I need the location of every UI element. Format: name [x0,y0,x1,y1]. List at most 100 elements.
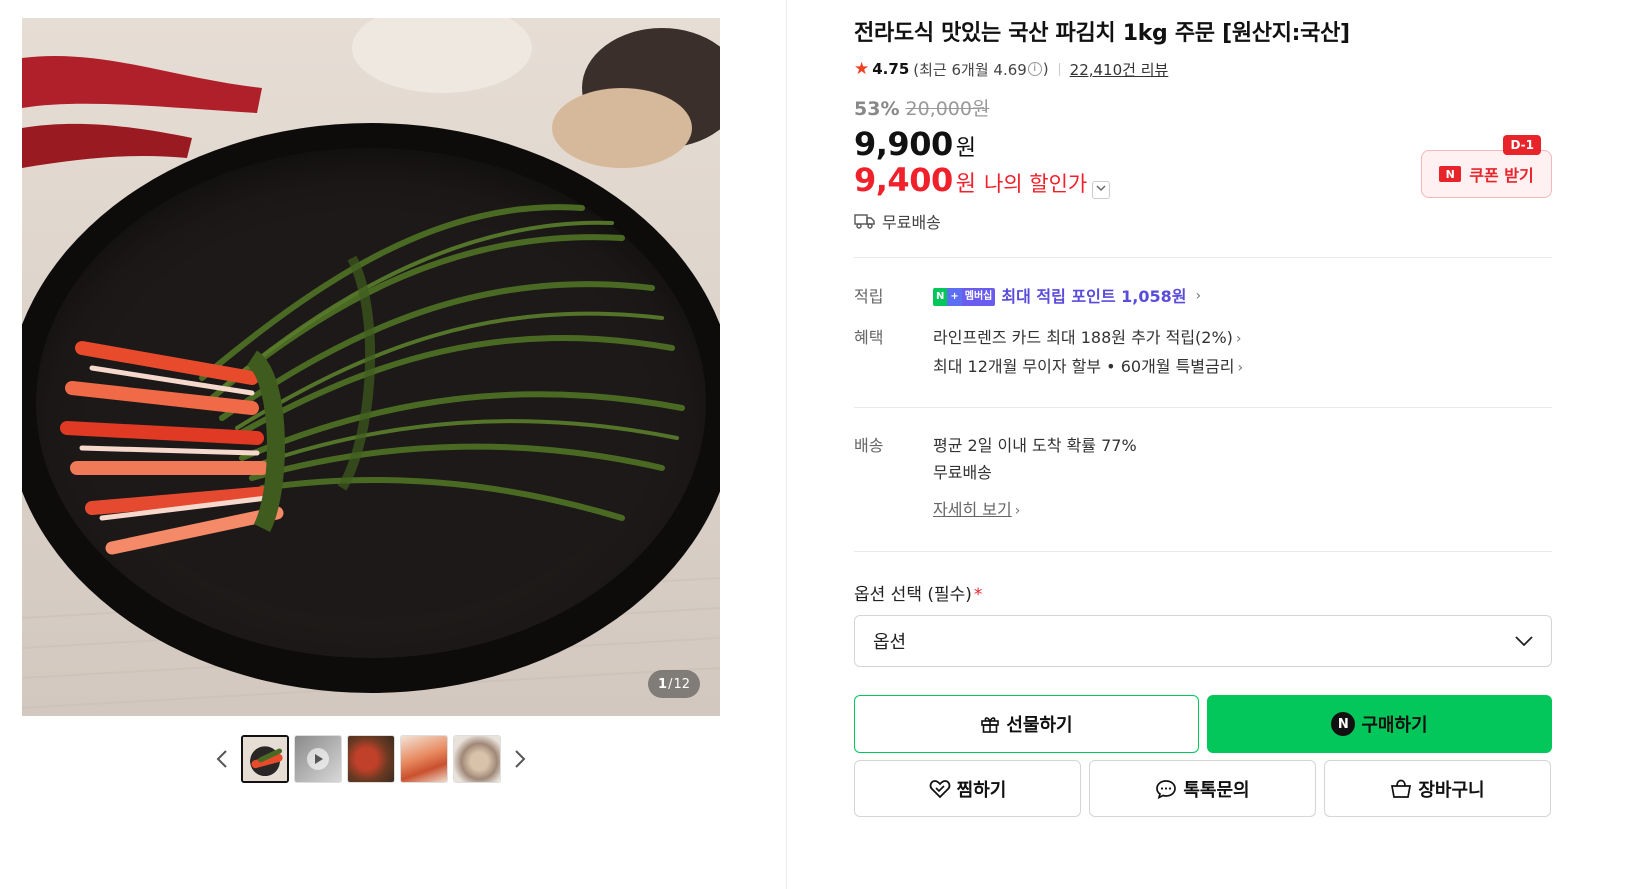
option-label: 옵션 선택 (필수) * [854,580,1552,605]
perk-text: 최대 12개월 무이자 할부 • 60개월 특별금리 [933,357,1235,376]
thumbnail-5[interactable] [453,735,501,783]
delivery-details-link[interactable]: 자세히 보기 › [933,496,1137,525]
column-divider [786,0,787,889]
wishlist-button-label: 찜하기 [956,779,1007,801]
product-info-panel: 전라도식 맛있는 국산 파김치 1kg 주문 [원산지:국산] ★ 4.75 (… [854,18,1552,817]
required-mark: * [973,585,983,605]
discount-rate: 53% [854,98,900,120]
wishlist-button[interactable]: 찜하기 [854,760,1081,817]
coupon-label: 쿠폰 받기 [1469,166,1534,185]
thumbnail-3[interactable] [347,735,395,783]
option-label-text: 옵션 선택 (필수) [854,585,972,605]
thumbnail-strip [22,735,720,783]
divider [854,407,1552,408]
recent-rating-close: ) [1042,60,1049,78]
points-row: 적립 N + 멤버십 최대 적립 포인트 1,058원 › [854,283,1552,310]
delivery-fee: 무료배송 [933,463,992,482]
max-points-text: 최대 적립 포인트 1,058원 [1001,287,1187,306]
perks-row: 혜택 라인프렌즈 카드 최대 188원 추가 적립(2%) › 최대 12개월 무… [854,324,1552,382]
heart-icon [929,779,950,798]
delivery-section: 배송 평균 2일 이내 도착 확률 77% 무료배송 자세히 보기 › [854,432,1552,525]
chevron-down-icon [1092,181,1111,199]
chevron-right-icon: › [1235,331,1242,347]
membership-plus: + [947,287,962,306]
shipping-summary-text: 무료배송 [882,213,941,232]
coupon-deadline-badge: D-1 [1503,135,1541,155]
naver-coupon-icon: N [1439,166,1462,182]
secondary-actions: 찜하기 톡톡문의 장바구니 [854,760,1552,817]
membership-text: 멤버십 [961,287,996,306]
perk-text: 라인프렌즈 카드 최대 188원 추가 적립(2%) [933,328,1233,347]
delivery-info: 평균 2일 이내 도착 확률 77% 무료배송 자세히 보기 › [933,432,1137,525]
current-image-index: 1 [658,676,668,692]
truck-icon [854,214,875,229]
star-icon: ★ [854,59,870,79]
my-discount-price-unit: 원 [955,172,976,197]
separator [1058,62,1060,76]
perks-label: 혜택 [854,328,884,347]
video-play-icon [307,748,329,770]
delivery-row: 배송 평균 2일 이내 도착 확률 77% 무료배송 자세히 보기 › [854,432,1552,525]
recent-rating: (최근 6개월 4.69 [913,60,1027,79]
shipping-summary: 무료배송 [854,209,1552,233]
details-link-text: 자세히 보기 [933,500,1012,519]
divider [854,551,1552,552]
chevron-down-icon [1515,636,1533,646]
option-section: 옵션 선택 (필수) * 옵션 [854,580,1552,667]
points-link[interactable]: N + 멤버십 최대 적립 포인트 1,058원 › [933,283,1201,310]
perks-list: 라인프렌즈 카드 최대 188원 추가 적립(2%) › 최대 12개월 무이자 … [933,324,1243,382]
perk-card-points[interactable]: 라인프렌즈 카드 최대 188원 추가 적립(2%) › [933,324,1243,353]
thumbnail-1[interactable] [241,735,289,783]
arrival-probability: 평균 2일 이내 도착 확률 77% [933,436,1137,455]
cart-button[interactable]: 장바구니 [1324,760,1551,817]
cart-button-label: 장바구니 [1418,779,1485,801]
thumbnail-prev-button[interactable] [208,735,236,783]
gift-button[interactable]: 선물하기 [854,695,1199,753]
primary-actions: 선물하기 N 구매하기 [854,695,1552,753]
product-title: 전라도식 맛있는 국산 파김치 1kg 주문 [원산지:국산] [854,21,1350,46]
chat-icon [1156,779,1177,799]
info-icon[interactable]: i [1027,62,1042,76]
membership-n: N [933,287,948,306]
naver-membership-badge: N + 멤버십 [933,287,996,306]
main-product-image[interactable]: 1 / 12 [22,18,720,716]
talk-inquiry-label: 톡톡문의 [1183,779,1250,801]
discount-row: 53% 20,000원 [854,94,1552,121]
shopping-bag-icon [1391,779,1412,798]
sale-price-unit: 원 [955,136,976,161]
coupon-download-button[interactable]: D-1 N 쿠폰 받기 [1421,135,1552,198]
divider [854,257,1552,258]
naver-pay-icon: N [1331,712,1356,736]
buy-button[interactable]: N 구매하기 [1207,695,1552,753]
my-discount-price-label: 나의 할인가 [983,172,1088,196]
perk-installment[interactable]: 최대 12개월 무이자 할부 • 60개월 특별금리 › [933,353,1243,382]
page-separator: / [668,676,673,692]
gift-button-label: 선물하기 [1006,715,1073,736]
thumbnail-4[interactable] [400,735,448,783]
chevron-right-icon [515,750,526,768]
chevron-right-icon: › [1014,503,1021,519]
delivery-label: 배송 [854,436,884,455]
image-page-indicator: 1 / 12 [648,670,700,698]
original-price: 20,000원 [905,98,990,120]
buy-button-label: 구매하기 [1361,715,1428,736]
points-label: 적립 [854,287,884,306]
thumbnail-next-button[interactable] [506,735,534,783]
review-count-link[interactable]: 22,410건 리뷰 [1070,59,1169,80]
benefits-section: 적립 N + 멤버십 최대 적립 포인트 1,058원 › 혜택 라인프렌즈 카… [854,283,1552,382]
chevron-left-icon [216,750,227,768]
total-image-count: 12 [673,676,690,692]
rating-row: ★ 4.75 (최근 6개월 4.69 i ) 22,410건 리뷰 [854,58,1552,80]
chevron-right-icon: › [1195,288,1202,304]
talk-inquiry-button[interactable]: 톡톡문의 [1089,760,1316,817]
pa-kimchi-photo [22,18,720,716]
gift-icon [981,717,1000,733]
chevron-right-icon: › [1237,360,1244,376]
my-discount-price: 9,400 [854,161,953,199]
rating-score: 4.75 [872,60,910,78]
product-gallery: 1 / 12 [22,18,720,783]
option-placeholder: 옵션 [873,632,907,653]
option-select[interactable]: 옵션 [854,615,1552,667]
sale-price: 9,900 [854,125,953,163]
thumbnail-2[interactable] [294,735,342,783]
